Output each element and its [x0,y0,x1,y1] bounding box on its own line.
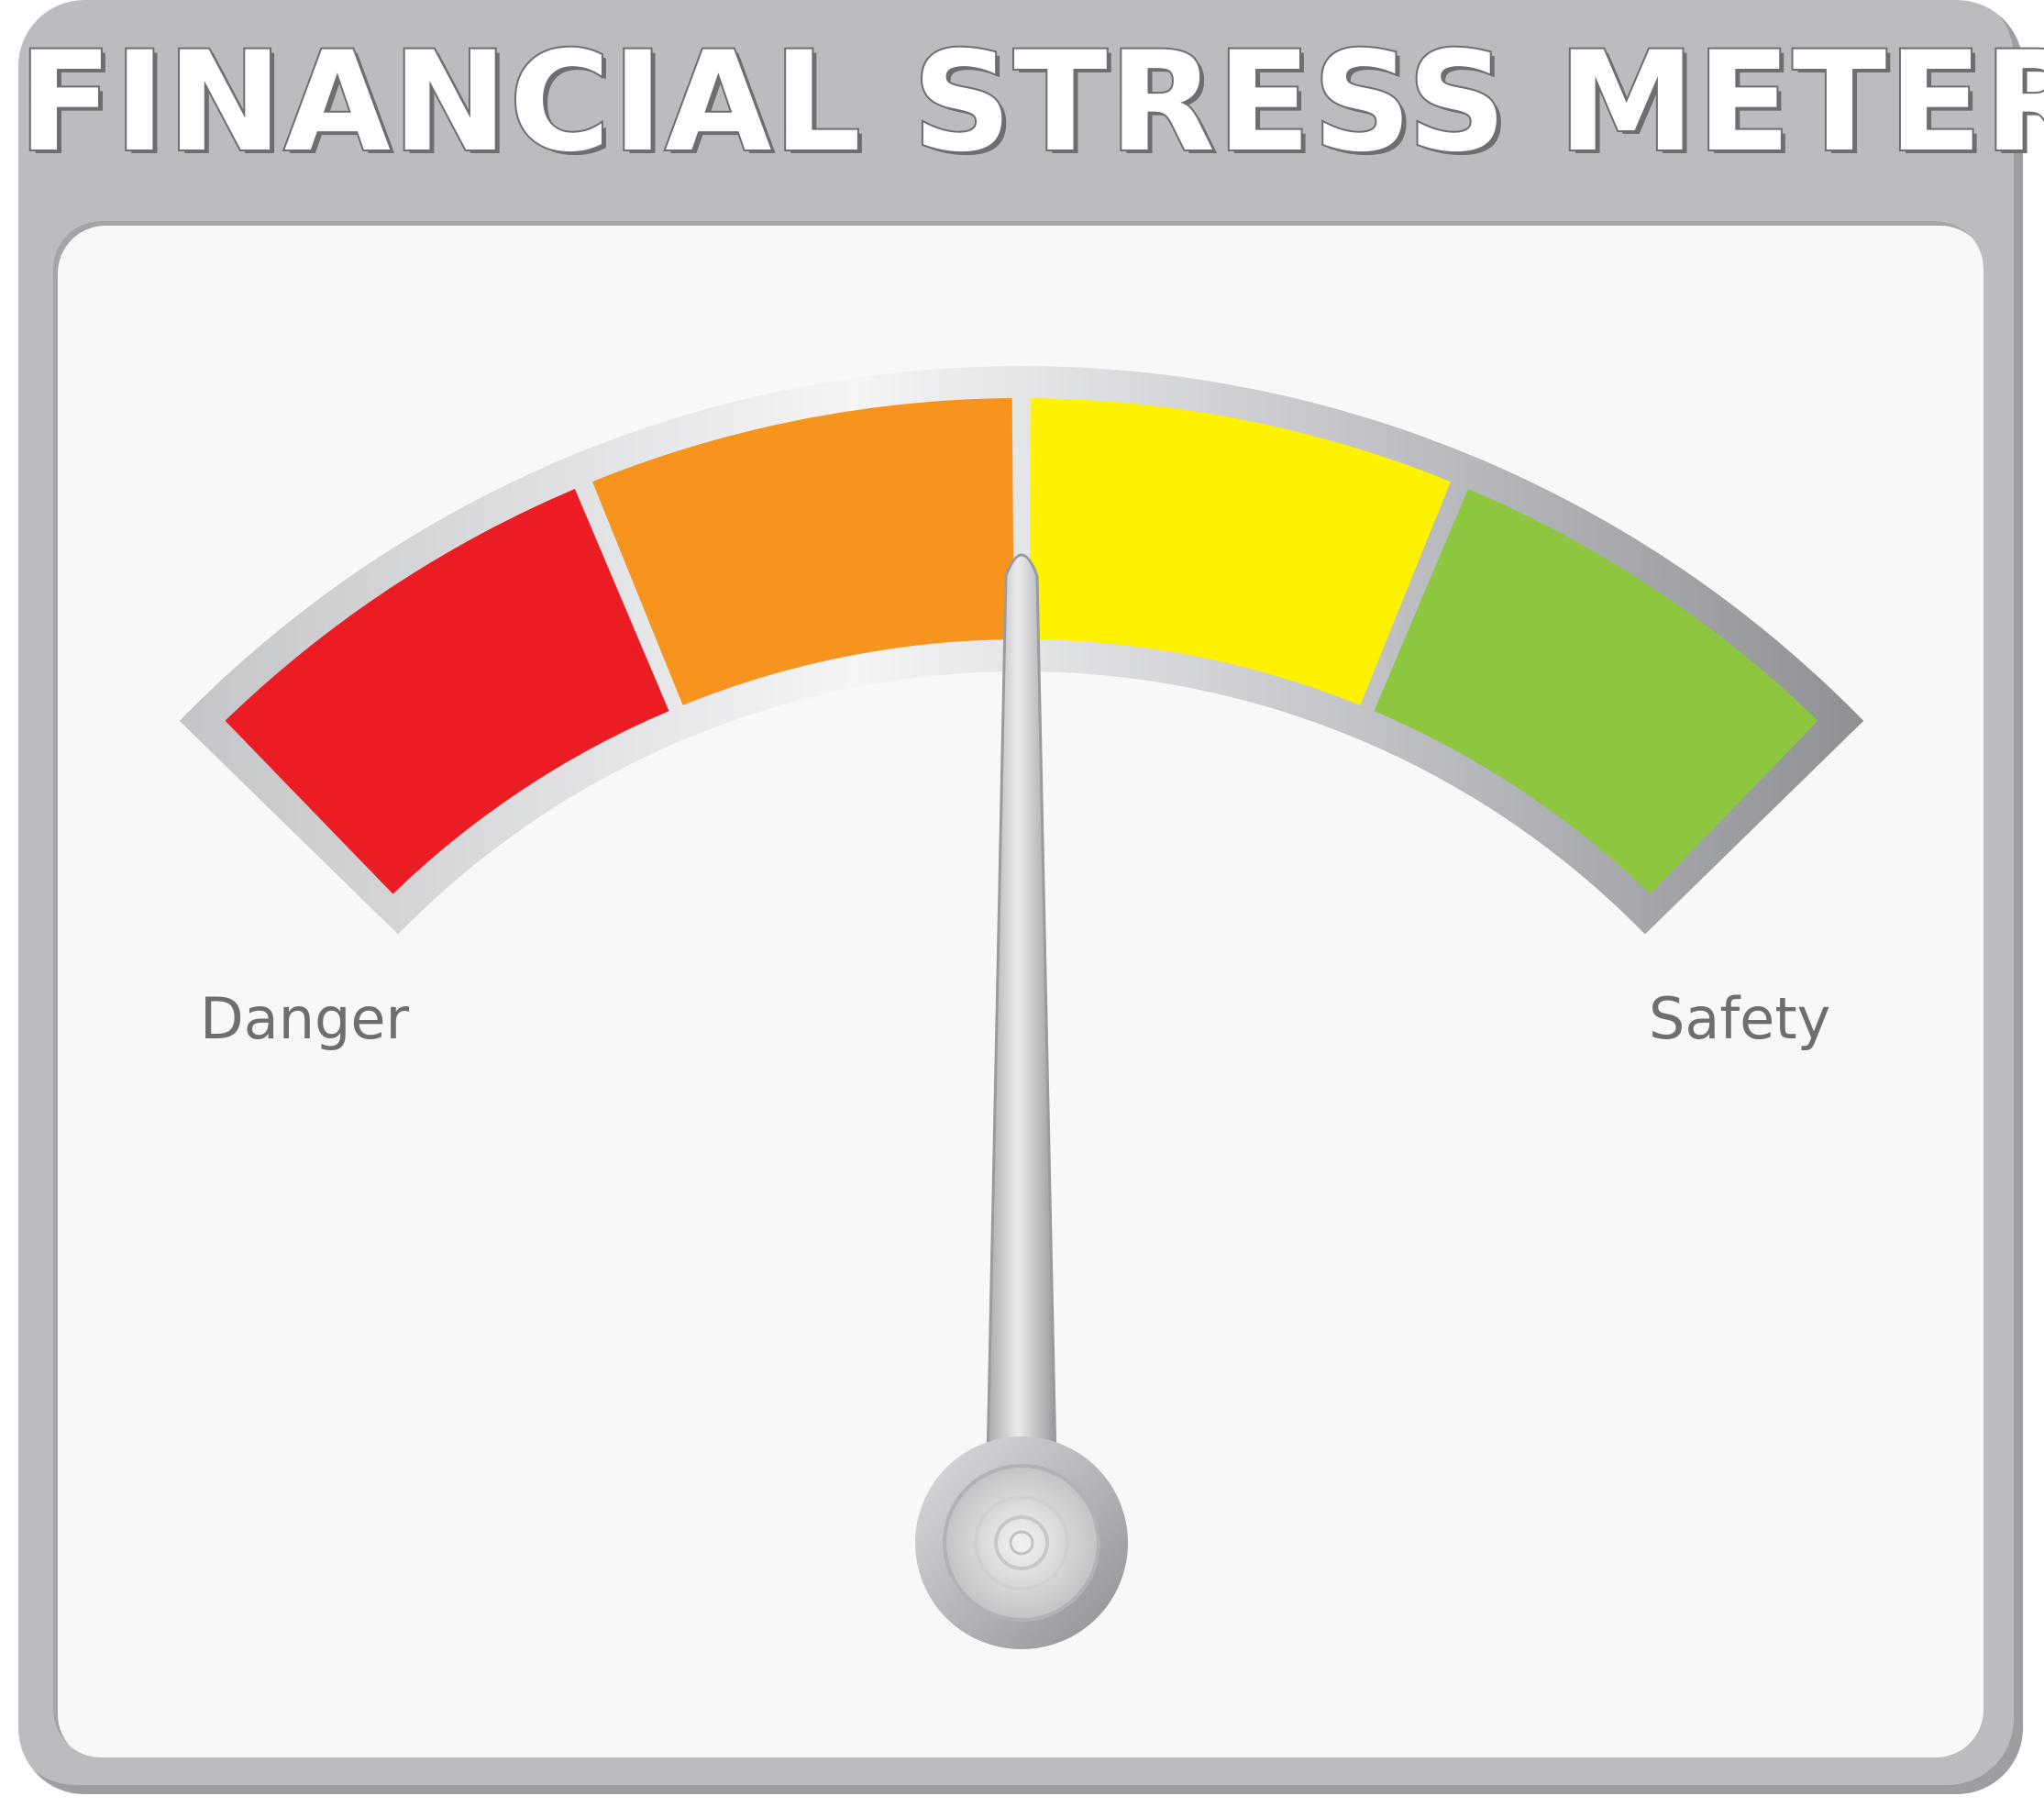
safety-label: Safety [1649,985,1831,1052]
danger-label: Danger [200,985,410,1052]
needle-hub-inner [943,1464,1100,1622]
gauge [179,365,1864,1649]
gauge-needle [986,553,1057,1462]
